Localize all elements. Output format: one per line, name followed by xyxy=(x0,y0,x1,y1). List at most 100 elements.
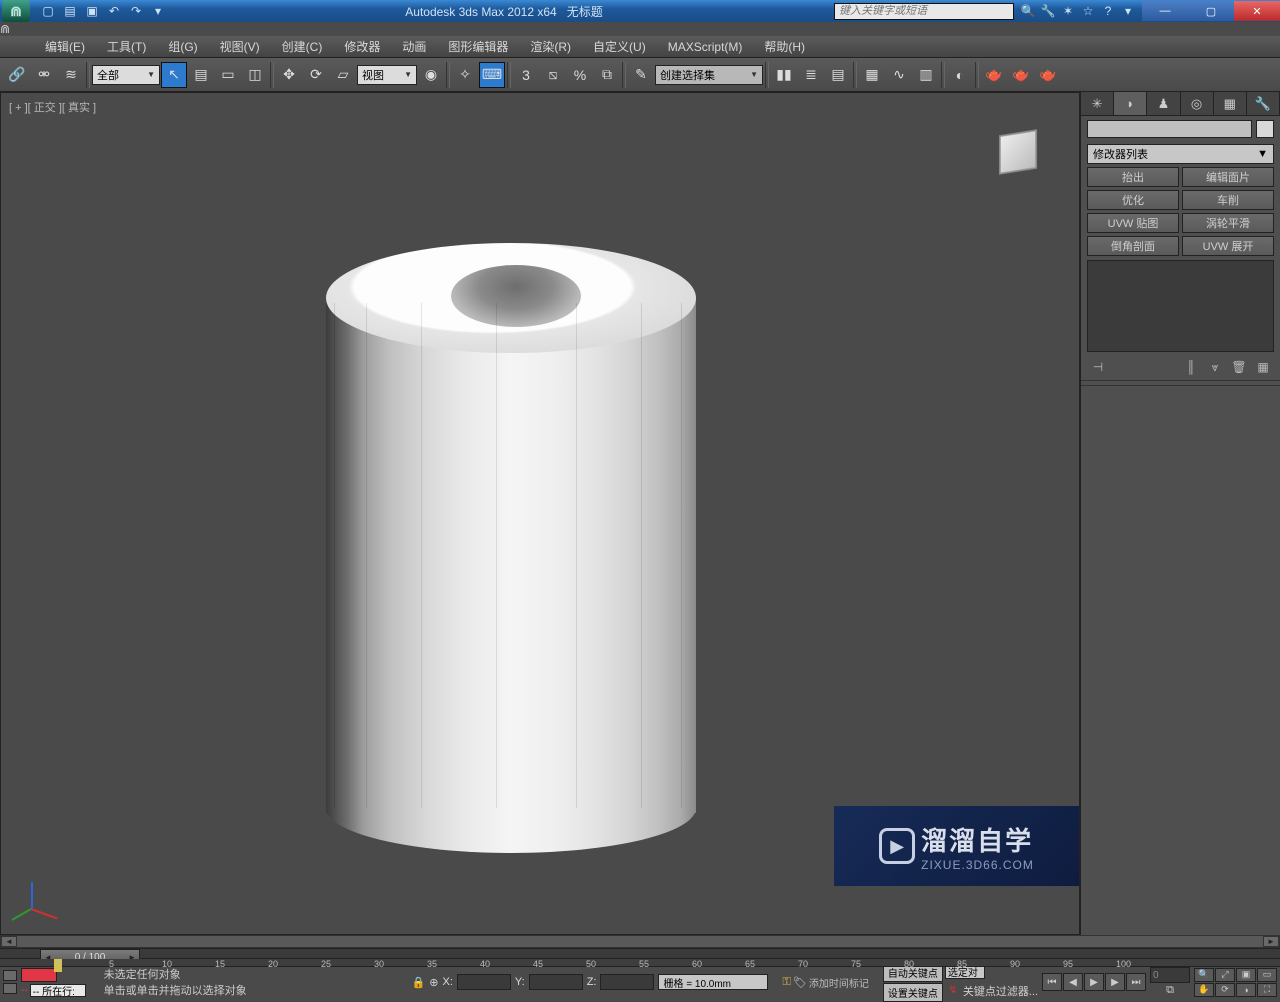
rotate-icon[interactable]: ⟳ xyxy=(303,62,329,88)
mod-btn-0[interactable]: 抬出 xyxy=(1087,167,1179,187)
render-frame-icon[interactable]: 🫖 xyxy=(1008,62,1034,88)
coord-y-input[interactable] xyxy=(529,974,583,990)
keyboard-shortcut-icon[interactable]: ⌨ xyxy=(479,62,505,88)
max-toggle-icon[interactable]: ⛶ xyxy=(1257,983,1277,997)
manip-icon[interactable]: ✧ xyxy=(452,62,478,88)
comm-icon[interactable]: ✶ xyxy=(1060,3,1076,19)
setkey-plus-icon[interactable]: ↯ xyxy=(945,983,961,1002)
menu-tools[interactable]: 工具(T) xyxy=(97,36,156,57)
layers-icon[interactable]: ▤ xyxy=(825,62,851,88)
goto-end-icon[interactable]: ⏭ xyxy=(1126,973,1146,991)
search-icon[interactable]: 🔍 xyxy=(1020,3,1036,19)
link-icon[interactable]: 🔗 xyxy=(4,62,30,88)
object-color-swatch[interactable] xyxy=(1256,120,1274,138)
material-editor-icon[interactable]: ◐ xyxy=(947,62,973,88)
qat-dropdown-icon[interactable]: ▾ xyxy=(148,3,168,19)
minimize-button[interactable]: — xyxy=(1142,1,1188,21)
save-icon[interactable]: ▣ xyxy=(82,3,102,19)
time-config-icon[interactable]: ⧉ xyxy=(1150,984,1190,997)
bind-icon[interactable]: ≋ xyxy=(58,62,84,88)
mod-btn-4[interactable]: UVW 贴图 xyxy=(1087,213,1179,233)
tube-object[interactable] xyxy=(326,243,696,843)
object-name-input[interactable] xyxy=(1087,120,1252,138)
select-region-rect-icon[interactable]: ▭ xyxy=(215,62,241,88)
tab-create[interactable]: ✳ xyxy=(1081,92,1114,115)
pivot-icon[interactable]: ◉ xyxy=(418,62,444,88)
fav-icon[interactable]: ☆ xyxy=(1080,3,1096,19)
play-icon[interactable]: ▶ xyxy=(1084,973,1104,991)
help-icon[interactable]: ? xyxy=(1100,3,1116,19)
orbit-icon[interactable]: ⟳ xyxy=(1215,983,1235,997)
align-icon[interactable]: ≣ xyxy=(798,62,824,88)
open-icon[interactable]: ▤ xyxy=(60,3,80,19)
subs-icon[interactable]: 🔧 xyxy=(1040,3,1056,19)
menu-help[interactable]: 帮助(H) xyxy=(754,36,815,57)
isolate-icon[interactable]: ⊕ xyxy=(429,976,438,989)
key-icon[interactable]: ⚿ xyxy=(782,976,790,989)
tab-utilities[interactable]: 🔧 xyxy=(1247,92,1280,115)
zoom-all-icon[interactable]: ⤢ xyxy=(1215,968,1235,982)
add-time-tag[interactable]: 添加时间标记 xyxy=(809,975,869,990)
viewport[interactable]: [ + ][ 正交 ][ 真实 ] ▶ 溜溜自学 ZIXUE.3D66.COM xyxy=(0,92,1080,935)
render-setup-icon[interactable]: 🫖 xyxy=(981,62,1007,88)
mod-btn-5[interactable]: 涡轮平滑 xyxy=(1182,213,1274,233)
app-menu-button[interactable]: ⋒ xyxy=(0,22,1280,36)
percent-snap-icon[interactable]: % xyxy=(567,62,593,88)
mini-listener-toggle[interactable] xyxy=(3,970,17,994)
scroll-right-icon[interactable]: ► xyxy=(1263,936,1279,947)
app-logo[interactable]: ⋒ xyxy=(2,0,30,22)
menu-animation[interactable]: 动画 xyxy=(392,36,436,57)
remove-mod-icon[interactable]: 🗑 xyxy=(1230,358,1248,376)
fov-icon[interactable]: ▭ xyxy=(1257,968,1277,982)
lock-icon[interactable]: 🔒 xyxy=(412,976,426,989)
menu-customize[interactable]: 自定义(U) xyxy=(583,36,656,57)
window-crossing-icon[interactable]: ◫ xyxy=(242,62,268,88)
scroll-left-icon[interactable]: ◄ xyxy=(1,936,17,947)
mod-btn-1[interactable]: 编辑面片 xyxy=(1182,167,1274,187)
mod-btn-2[interactable]: 优化 xyxy=(1087,190,1179,210)
mirror-icon[interactable]: ▮▮ xyxy=(771,62,797,88)
menu-rendering[interactable]: 渲染(R) xyxy=(520,36,581,57)
undo-icon[interactable]: ↶ xyxy=(104,3,124,19)
make-unique-icon[interactable]: ⩔ xyxy=(1206,358,1224,376)
move-icon[interactable]: ✥ xyxy=(276,62,302,88)
snap-toggle-icon[interactable]: 3 xyxy=(513,62,539,88)
menu-edit[interactable]: 编辑(E) xyxy=(35,36,95,57)
tab-hierarchy[interactable]: ♟ xyxy=(1147,92,1180,115)
curve-editor-icon[interactable]: ∿ xyxy=(886,62,912,88)
help-search-input[interactable] xyxy=(834,3,1014,20)
zoom-ext-icon[interactable]: ▣ xyxy=(1236,968,1256,982)
goto-start-icon[interactable]: ⏮ xyxy=(1042,973,1062,991)
tab-motion[interactable]: ◎ xyxy=(1181,92,1214,115)
pan-icon[interactable]: ✋ xyxy=(1194,983,1214,997)
modifier-stack[interactable] xyxy=(1087,260,1274,352)
prev-frame-icon[interactable]: ◀ xyxy=(1063,973,1083,991)
coord-z-input[interactable] xyxy=(600,974,654,990)
menu-modifiers[interactable]: 修改器 xyxy=(334,36,390,57)
next-frame-icon[interactable]: ▶ xyxy=(1105,973,1125,991)
spinner-snap-icon[interactable]: ⧉ xyxy=(594,62,620,88)
angle-snap-icon[interactable]: ⧅ xyxy=(540,62,566,88)
help-dd-icon[interactable]: ▾ xyxy=(1120,3,1136,19)
viewport-label[interactable]: [ + ][ 正交 ][ 真实 ] xyxy=(9,99,96,115)
setkey-button[interactable]: 设置关键点 xyxy=(883,983,943,1002)
menu-grapheditors[interactable]: 图形编辑器 xyxy=(438,36,518,57)
named-selection-combo[interactable]: 创建选择集▼ xyxy=(655,65,763,85)
selection-filter-combo[interactable]: 全部▼ xyxy=(92,65,160,85)
edit-named-sel-icon[interactable]: ✎ xyxy=(628,62,654,88)
pin-stack-icon[interactable]: ⊣ xyxy=(1089,358,1107,376)
select-object-icon[interactable]: ↖ xyxy=(161,62,187,88)
current-frame-input[interactable] xyxy=(1150,967,1190,983)
mod-btn-6[interactable]: 倒角剖面 xyxy=(1087,236,1179,256)
redo-icon[interactable]: ↷ xyxy=(126,3,146,19)
script-color[interactable] xyxy=(21,968,57,982)
new-icon[interactable]: ▢ xyxy=(38,3,58,19)
tab-modify[interactable]: ◗ xyxy=(1114,92,1147,115)
walk-icon[interactable]: ◑ xyxy=(1236,983,1256,997)
render-prod-icon[interactable]: 🫖 xyxy=(1035,62,1061,88)
menu-create[interactable]: 创建(C) xyxy=(272,36,333,57)
close-button[interactable]: ✕ xyxy=(1234,1,1280,21)
mod-btn-7[interactable]: UVW 展开 xyxy=(1182,236,1274,256)
time-slider-track[interactable]: 0 / 100 xyxy=(0,948,1280,959)
tab-display[interactable]: ▦ xyxy=(1214,92,1247,115)
